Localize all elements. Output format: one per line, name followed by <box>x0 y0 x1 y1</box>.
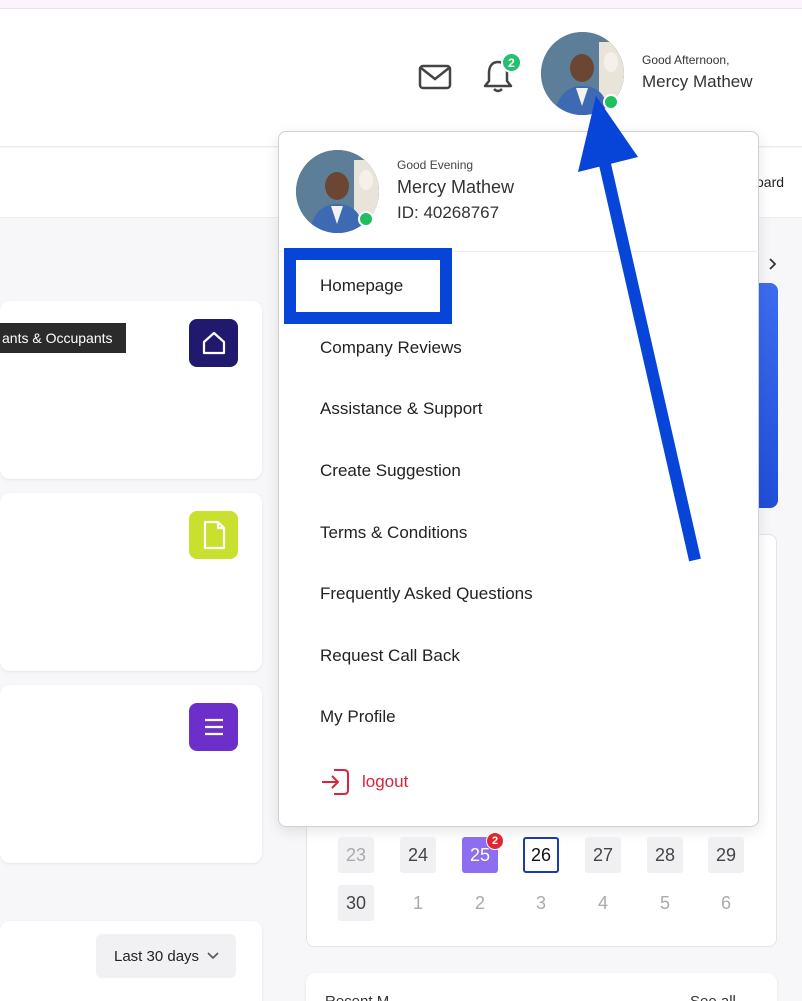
menu-item-company-reviews[interactable]: Company Reviews <box>320 338 462 362</box>
dropdown-user-id: ID: 40268767 <box>397 203 500 222</box>
calendar-day[interactable]: 4 <box>585 885 621 921</box>
date-range-dropdown[interactable]: Last 30 days <box>96 934 236 978</box>
date-range-label: Last 30 days <box>114 947 200 965</box>
calendar-day[interactable]: 30 <box>338 885 374 921</box>
calendar-day[interactable]: 5 <box>647 885 683 921</box>
stat-card-documents <box>0 493 262 671</box>
header-user-name[interactable]: Mercy Mathew <box>642 72 753 92</box>
menu-item-assistance-support[interactable]: Assistance & Support <box>320 399 483 423</box>
chevron-down-icon <box>207 952 219 960</box>
notification-badge: 2 <box>501 52 522 73</box>
calendar-day[interactable]: 1 <box>400 885 436 921</box>
home-icon <box>202 331 225 355</box>
home-tile <box>189 319 238 367</box>
logout-button[interactable]: logout <box>320 766 408 798</box>
header-online-indicator <box>603 94 619 110</box>
calendar-day[interactable]: 28 <box>647 837 683 873</box>
calendar-day[interactable]: 29 <box>708 837 744 873</box>
mail-icon[interactable] <box>418 63 452 91</box>
dropdown-greeting: Good Evening <box>397 158 474 172</box>
calendar-day[interactable]: 6 <box>708 885 744 921</box>
chevron-right-icon[interactable] <box>768 257 778 271</box>
menu-item-faq[interactable]: Frequently Asked Questions <box>320 584 533 608</box>
calendar-day[interactable]: 24 <box>400 837 436 873</box>
top-strip <box>0 0 802 9</box>
logout-label: logout <box>362 772 409 791</box>
subbar-partial-label[interactable]: oard <box>756 174 784 190</box>
menu-item-request-call-back[interactable]: Request Call Back <box>320 646 460 670</box>
menu-item-create-suggestion[interactable]: Create Suggestion <box>320 461 461 485</box>
list-icon <box>204 718 223 736</box>
list-tile <box>189 703 238 751</box>
document-tile <box>189 511 238 559</box>
dropdown-user-name: Mercy Mathew <box>397 177 515 197</box>
calendar-day[interactable]: 3 <box>523 885 559 921</box>
recent-card-title: Recent M <box>325 993 389 1001</box>
stat-card-list <box>0 685 262 863</box>
calendar-event-badge: 2 <box>486 832 504 850</box>
calendar-day[interactable]: 27 <box>585 837 621 873</box>
calendar-day[interactable]: 26 <box>523 837 559 873</box>
profile-dropdown-menu: Good Evening Mercy Mathew ID: 40268767 H… <box>278 131 760 827</box>
menu-item-terms-conditions[interactable]: Terms & Conditions <box>320 523 467 547</box>
document-icon <box>203 520 225 550</box>
logout-icon <box>322 769 349 795</box>
recent-card: Recent M See all <box>306 973 777 1001</box>
homepage-highlight-box <box>284 248 452 324</box>
calendar-day[interactable]: 2 <box>462 885 498 921</box>
header-greeting: Good Afternoon, <box>642 53 730 67</box>
dropdown-online-indicator <box>358 211 374 227</box>
calendar-day[interactable]: 23 <box>338 837 374 873</box>
see-all-link[interactable]: See all <box>690 993 736 1001</box>
menu-item-my-profile[interactable]: My Profile <box>320 707 396 731</box>
tooltip: ants & Occupants <box>0 323 126 353</box>
